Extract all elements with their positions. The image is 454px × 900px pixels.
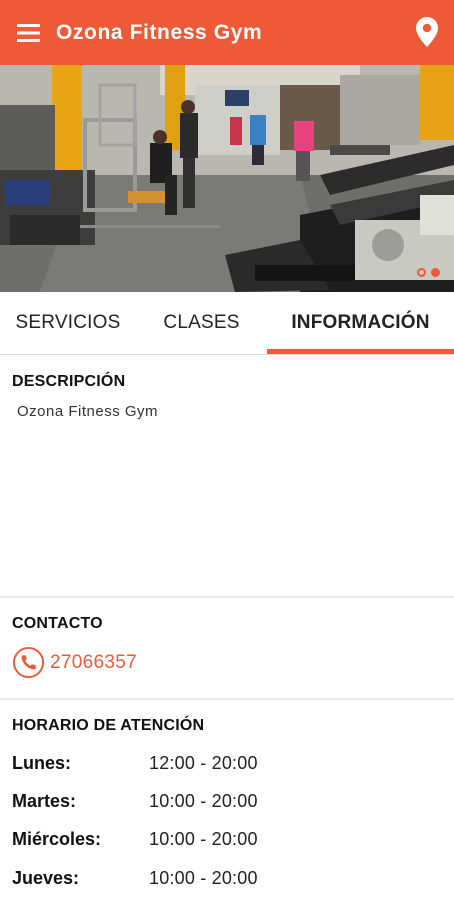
schedule-hours: 12:00 - 20:00 (149, 753, 258, 773)
active-tab-indicator (267, 349, 454, 354)
carousel-indicator (417, 268, 440, 277)
schedule-day: Miércoles: (12, 829, 102, 849)
gym-photo (0, 65, 454, 292)
hero-image[interactable] (0, 65, 454, 292)
schedule-row: Martes: 10:00 - 20:00 (0, 783, 454, 821)
phone-number: 27066357 (50, 651, 137, 673)
schedule-row: Miércoles: 10:00 - 20:00 (0, 821, 454, 859)
schedule-heading: HORARIO DE ATENCIÓN (12, 717, 205, 734)
schedule-day: Martes: (12, 791, 77, 811)
carousel-dot-active[interactable] (431, 268, 440, 277)
schedule-hours: 10:00 - 20:00 (149, 829, 258, 849)
app-bar: Ozona Fitness Gym (0, 0, 454, 65)
tab-clases[interactable]: CLASES (136, 292, 267, 354)
section-divider (0, 698, 454, 700)
tab-servicios[interactable]: SERVICIOS (0, 292, 136, 354)
phone-link[interactable]: 27066357 (12, 646, 137, 679)
tab-label: SERVICIOS (15, 312, 121, 333)
schedule-day: Lunes: (12, 753, 72, 773)
tab-informacion[interactable]: INFORMACIÓN (267, 292, 454, 354)
schedule-row: Jueves: 10:00 - 20:00 (0, 860, 454, 898)
app-title: Ozona Fitness Gym (56, 20, 263, 44)
menu-button[interactable] (0, 0, 58, 65)
map-pin-icon (416, 17, 438, 47)
tab-label: INFORMACIÓN (291, 312, 430, 333)
section-divider (0, 596, 454, 598)
tab-label: CLASES (163, 312, 240, 333)
schedule-hours: 10:00 - 20:00 (149, 791, 258, 811)
description-text: Ozona Fitness Gym (17, 403, 159, 420)
tab-bar: SERVICIOS CLASES INFORMACIÓN (0, 292, 454, 355)
carousel-dot[interactable] (417, 268, 426, 277)
location-button[interactable] (414, 14, 440, 50)
hamburger-menu-icon (17, 23, 40, 42)
contact-heading: CONTACTO (12, 615, 103, 632)
description-heading: DESCRIPCIÓN (12, 373, 126, 390)
phone-icon (12, 646, 45, 679)
schedule-hours: 10:00 - 20:00 (149, 868, 258, 888)
schedule-row: Lunes: 12:00 - 20:00 (0, 745, 454, 783)
schedule-day: Jueves: (12, 868, 80, 888)
